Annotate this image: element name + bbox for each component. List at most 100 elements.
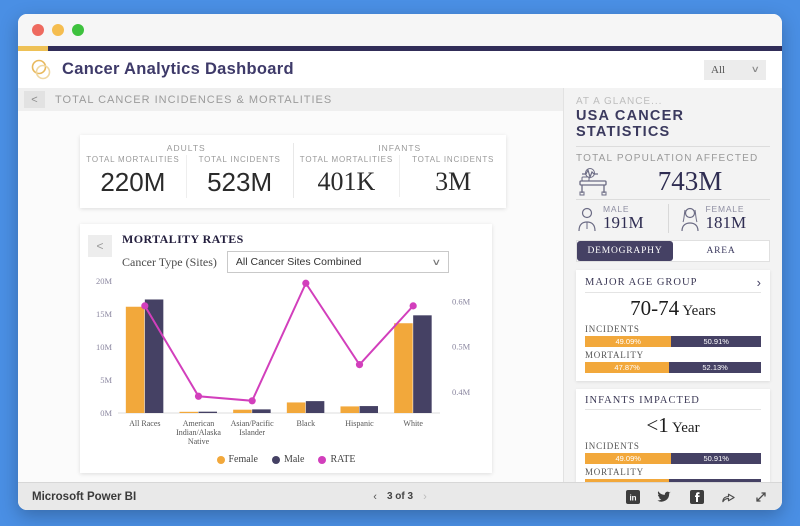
svg-text:Asian/Pacific: Asian/Pacific bbox=[231, 419, 275, 428]
back-button[interactable]: < bbox=[24, 91, 45, 108]
facebook-icon[interactable] bbox=[689, 489, 704, 504]
minimize-window-button[interactable] bbox=[52, 24, 64, 36]
fullscreen-icon[interactable] bbox=[753, 489, 768, 504]
kpi-metric-label: TOTAL MORTALITIES bbox=[80, 155, 186, 164]
age-group-value: 70-74 bbox=[630, 296, 679, 320]
infants-incidents-bar: 49.09% 50.91% bbox=[585, 453, 761, 464]
global-filter-value: All bbox=[711, 64, 725, 76]
incidents-female-segment: 49.09% bbox=[585, 336, 671, 347]
cancer-type-dropdown[interactable]: All Cancer Sites Combined ∨ bbox=[227, 251, 449, 273]
page-indicator: 3 of 3 bbox=[387, 491, 413, 502]
svg-text:All Races: All Races bbox=[129, 419, 160, 428]
twitter-icon[interactable] bbox=[657, 489, 672, 504]
report-subheader: < TOTAL CANCER INCIDENCES & MORTALITIES bbox=[18, 88, 563, 111]
kpi-metric-label: TOTAL INCIDENTS bbox=[400, 155, 506, 164]
incidents-female-segment: 49.09% bbox=[585, 453, 671, 464]
kpi-metric-label: TOTAL MORTALITIES bbox=[294, 155, 400, 164]
svg-text:Black: Black bbox=[296, 419, 315, 428]
age-mortality-bar: 47.87% 52.13% bbox=[585, 362, 761, 373]
close-window-button[interactable] bbox=[32, 24, 44, 36]
browser-frame: Cancer Analytics Dashboard All ∨ < TOTAL… bbox=[0, 0, 800, 526]
population-label: TOTAL POPULATION AFFECTED bbox=[576, 153, 770, 164]
svg-text:0.5M: 0.5M bbox=[452, 342, 471, 352]
chevron-right-icon[interactable]: › bbox=[757, 276, 761, 289]
chevron-down-icon: ∨ bbox=[432, 257, 442, 268]
chart-back-button[interactable]: < bbox=[88, 235, 112, 257]
svg-text:0.4M: 0.4M bbox=[452, 387, 471, 397]
female-icon bbox=[679, 206, 701, 232]
page-navigator: ‹ 3 of 3 › bbox=[373, 491, 426, 503]
svg-text:Hispanic: Hispanic bbox=[345, 419, 374, 428]
age-card-title: MAJOR AGE GROUP bbox=[585, 277, 697, 288]
tab-area[interactable]: AREA bbox=[673, 241, 769, 261]
stats-sidebar: AT A GLANCE... USA CANCER STATISTICS TOT… bbox=[563, 88, 782, 482]
incidents-male-segment: 50.91% bbox=[671, 336, 761, 347]
female-value: 181M bbox=[706, 213, 747, 233]
svg-text:0M: 0M bbox=[100, 408, 112, 418]
tab-demography[interactable]: DEMOGRAPHY bbox=[577, 241, 673, 261]
svg-text:5M: 5M bbox=[100, 375, 112, 385]
chevron-down-icon: ∨ bbox=[751, 64, 760, 75]
legend-dot bbox=[318, 456, 326, 464]
male-value: 191M bbox=[603, 213, 644, 233]
kpi-metric-value: 401K bbox=[294, 167, 400, 197]
app-header: Cancer Analytics Dashboard All ∨ bbox=[18, 51, 782, 88]
svg-text:Islander: Islander bbox=[239, 428, 265, 437]
svg-text:Indian/Alaska: Indian/Alaska bbox=[176, 428, 221, 437]
sidebar-title: USA CANCER STATISTICS bbox=[576, 108, 770, 140]
female-stat: FEMALE 181M bbox=[668, 204, 771, 233]
chart-filter-label: Cancer Type (Sites) bbox=[122, 255, 217, 270]
window-titlebar bbox=[18, 14, 782, 46]
chart-legend-female[interactable]: Female bbox=[217, 454, 258, 465]
infants-suffix: Year bbox=[669, 420, 700, 436]
mortality-rates-chart[interactable]: 0M5M10M15M20M0.4M0.5M0.6MAll RacesAmeric… bbox=[82, 273, 490, 451]
incidents-male-segment: 50.91% bbox=[671, 453, 761, 464]
page-title: Cancer Analytics Dashboard bbox=[62, 60, 294, 79]
kpi-infants-mortalities: TOTAL MORTALITIES 401K bbox=[294, 155, 400, 197]
share-icon[interactable] bbox=[721, 489, 736, 504]
app-window: Cancer Analytics Dashboard All ∨ < TOTAL… bbox=[18, 14, 782, 510]
next-page-button[interactable]: › bbox=[423, 491, 427, 503]
kpi-metric-value: 3M bbox=[400, 167, 506, 197]
infants-card-title: INFANTS IMPACTED bbox=[585, 395, 700, 406]
male-stat: MALE 191M bbox=[576, 204, 668, 233]
svg-text:Native: Native bbox=[188, 437, 210, 446]
mortality-label: MORTALITY bbox=[585, 350, 761, 360]
male-icon bbox=[576, 206, 598, 232]
kpi-group-adults: ADULTS TOTAL MORTALITIES 220M TOTAL INCI… bbox=[80, 143, 293, 198]
dashboard-logo-icon bbox=[28, 57, 54, 83]
major-age-group-card: MAJOR AGE GROUP › 70-74 Years INCIDENTS … bbox=[576, 270, 770, 381]
legend-label: Female bbox=[229, 454, 258, 465]
chart-legend: Female Male RATE bbox=[82, 454, 490, 469]
chart-legend-male[interactable]: Male bbox=[272, 454, 305, 465]
kpi-metric-value: 523M bbox=[187, 167, 293, 198]
kpi-group-label: INFANTS bbox=[294, 143, 507, 153]
legend-dot bbox=[217, 456, 225, 464]
zoom-window-button[interactable] bbox=[72, 24, 84, 36]
mortality-male-segment: 52.13% bbox=[669, 362, 761, 373]
main-body: ADULTS TOTAL MORTALITIES 220M TOTAL INCI… bbox=[18, 111, 563, 482]
population-value: 743M bbox=[610, 166, 770, 197]
hospital-bed-icon bbox=[576, 167, 610, 197]
kpi-metric-value: 220M bbox=[80, 167, 186, 198]
global-filter-dropdown[interactable]: All ∨ bbox=[704, 60, 766, 80]
legend-label: RATE bbox=[330, 454, 355, 465]
svg-text:White: White bbox=[403, 419, 423, 428]
legend-dot bbox=[272, 456, 280, 464]
incidents-label: INCIDENTS bbox=[585, 441, 761, 451]
powerbi-brand: Microsoft Power BI bbox=[32, 491, 136, 503]
svg-text:10M: 10M bbox=[96, 342, 113, 352]
linkedin-icon[interactable]: in bbox=[625, 489, 640, 504]
kpi-group-infants: INFANTS TOTAL MORTALITIES 401K TOTAL INC… bbox=[293, 143, 507, 198]
chart-title: MORTALITY RATES bbox=[122, 232, 449, 247]
kpi-group-label: ADULTS bbox=[80, 143, 293, 153]
sidebar-tabs: DEMOGRAPHY AREA bbox=[576, 240, 770, 262]
age-incidents-bar: 49.09% 50.91% bbox=[585, 336, 761, 347]
powerbi-footer: Microsoft Power BI ‹ 3 of 3 › in bbox=[18, 482, 782, 510]
chart-legend-rate[interactable]: RATE bbox=[318, 454, 355, 465]
svg-text:20M: 20M bbox=[96, 276, 113, 286]
kpi-metric-label: TOTAL INCIDENTS bbox=[187, 155, 293, 164]
kpi-summary-card: ADULTS TOTAL MORTALITIES 220M TOTAL INCI… bbox=[80, 135, 506, 208]
cancer-type-value: All Cancer Sites Combined bbox=[236, 256, 361, 268]
prev-page-button[interactable]: ‹ bbox=[373, 491, 377, 503]
